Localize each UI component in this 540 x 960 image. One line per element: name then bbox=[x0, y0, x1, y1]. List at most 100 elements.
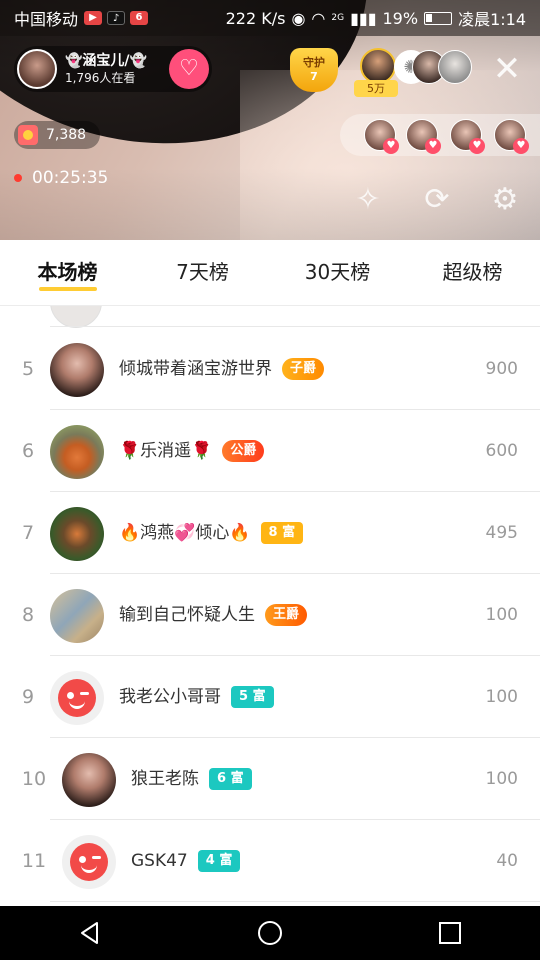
top-fan-tag: 5万 bbox=[354, 80, 398, 97]
list-item[interactable]: 9 我老公小哥哥 5 富 100 bbox=[0, 656, 540, 738]
user-name-line: 狼王老陈 6 富 bbox=[131, 738, 252, 820]
list-item[interactable]: 8 输到自己怀疑人生 王爵 100 bbox=[0, 574, 540, 656]
user-avatar[interactable] bbox=[62, 753, 116, 807]
tab-super[interactable]: 超级榜 bbox=[405, 240, 540, 305]
contribution-score: 100 bbox=[485, 605, 518, 625]
heart-plus-icon: ♡ bbox=[179, 56, 199, 81]
row-divider bbox=[50, 901, 540, 902]
rank-number: 7 bbox=[21, 522, 35, 544]
clock: 凌晨1:14 bbox=[458, 10, 526, 29]
video-app-icon: ▶ bbox=[84, 11, 103, 25]
default-avatar-icon bbox=[58, 679, 96, 717]
user-name-line: 🔥鸿燕💞倾心🔥 8 富 bbox=[119, 492, 304, 574]
contributor-avatar[interactable]: ♥ bbox=[494, 119, 529, 154]
tab-30-days[interactable]: 30天榜 bbox=[270, 240, 405, 305]
rank-badge: 子爵 bbox=[282, 358, 325, 380]
user-avatar[interactable] bbox=[50, 589, 104, 643]
host-info-pill[interactable]: 👻涵宝儿/👻 1,796人在看 ♡ bbox=[14, 46, 212, 92]
leaderboard-tabs: 本场榜 7天榜 30天榜 超级榜 bbox=[0, 240, 540, 306]
network-speed: 222 K/s bbox=[225, 8, 286, 28]
user-name: 倾城带着涵宝游世界 bbox=[119, 359, 272, 379]
tab-current-session[interactable]: 本场榜 bbox=[0, 240, 135, 305]
ranking-list[interactable]: 5 倾城带着涵宝游世界 子爵 900 6 🌹乐消遥🌹 公爵 600 7 🔥鸿燕💞… bbox=[0, 306, 540, 906]
system-nav-bar bbox=[0, 906, 540, 960]
coin-counter[interactable]: 7,388 bbox=[14, 121, 101, 149]
network-type: 2G bbox=[331, 13, 345, 23]
list-item[interactable]: 7 🔥鸿燕💞倾心🔥 8 富 495 bbox=[0, 492, 540, 574]
contributor-avatar[interactable]: ♥ bbox=[450, 119, 485, 154]
list-item[interactable]: 11 GSK47 4 富 40 bbox=[0, 820, 540, 902]
rank-badge: 6 富 bbox=[209, 768, 252, 790]
contribution-score: 100 bbox=[485, 687, 518, 707]
user-name: 狼王老陈 bbox=[131, 769, 199, 789]
guard-badge[interactable]: 守护 7 bbox=[290, 48, 338, 92]
viewer-count: 1,796人在看 bbox=[65, 71, 136, 85]
partial-avatar bbox=[50, 306, 102, 328]
contributor-avatar[interactable]: ♥ bbox=[406, 119, 441, 154]
host-name: 👻涵宝儿/👻 bbox=[65, 53, 147, 69]
rank-number: 5 bbox=[21, 358, 35, 380]
coin-value: 7,388 bbox=[46, 127, 87, 143]
battery-icon bbox=[424, 11, 453, 25]
gear-icon[interactable]: ⚙ bbox=[485, 180, 525, 220]
rank-badge: 8 富 bbox=[260, 522, 304, 544]
user-name-line: 倾城带着涵宝游世界 子爵 bbox=[119, 328, 325, 410]
user-avatar[interactable] bbox=[50, 425, 104, 479]
user-avatar[interactable] bbox=[50, 671, 104, 725]
user-name: 我老公小哥哥 bbox=[119, 687, 221, 707]
coin-icon bbox=[18, 125, 38, 145]
user-name-line: GSK47 4 富 bbox=[131, 820, 241, 902]
user-name-line: 输到自己怀疑人生 王爵 bbox=[119, 574, 308, 656]
tiktok-icon: ♪ bbox=[107, 11, 126, 25]
rank-number: 10 bbox=[21, 768, 47, 790]
battery-percent: 19% bbox=[382, 8, 419, 28]
carrier-name: 中国移动 bbox=[14, 10, 79, 29]
rank-number: 11 bbox=[21, 850, 47, 872]
guard-label: 守护 bbox=[303, 56, 325, 69]
close-icon[interactable]: ✕ bbox=[490, 52, 524, 86]
camera-switch-icon[interactable]: ⟳ bbox=[417, 180, 457, 220]
live-duration: 00:25:35 bbox=[32, 168, 109, 188]
tab-7-days[interactable]: 7天榜 bbox=[135, 240, 270, 305]
magic-wand-icon[interactable]: ✧ bbox=[348, 180, 388, 220]
home-circle-icon[interactable] bbox=[230, 906, 310, 960]
recents-square-icon[interactable] bbox=[410, 906, 490, 960]
rank-badge: 5 富 bbox=[231, 686, 274, 708]
contribution-score: 600 bbox=[485, 441, 518, 461]
live-video-view: 中国移动 ▶ ♪ 6 222 K/s ◉ ◠ 2G ▮▮▮ 19% 凌晨1:14… bbox=[0, 0, 540, 240]
list-item[interactable]: 5 倾城带着涵宝游世界 子爵 900 bbox=[0, 328, 540, 410]
rank-number: 6 bbox=[21, 440, 35, 462]
user-name-line: 我老公小哥哥 5 富 bbox=[119, 656, 274, 738]
contributor-avatar[interactable]: ♥ bbox=[364, 119, 399, 154]
rank-number: 9 bbox=[21, 686, 35, 708]
recording-dot bbox=[14, 174, 22, 182]
user-name: GSK47 bbox=[131, 851, 188, 871]
eye-icon: ◉ bbox=[291, 8, 306, 28]
gift-contributors-strip[interactable]: ♥ ♥ ♥ ♥ bbox=[340, 114, 540, 156]
row-divider bbox=[50, 326, 540, 327]
heart-icon: ♥ bbox=[425, 138, 441, 154]
back-triangle-icon[interactable] bbox=[50, 906, 130, 960]
list-item[interactable]: 6 🌹乐消遥🌹 公爵 600 bbox=[0, 410, 540, 492]
user-avatar[interactable] bbox=[50, 507, 104, 561]
contribution-score: 495 bbox=[485, 523, 518, 543]
viewer-avatar[interactable] bbox=[438, 50, 472, 84]
default-avatar-icon bbox=[70, 843, 108, 881]
host-avatar[interactable] bbox=[17, 49, 57, 89]
top-fan-avatar[interactable] bbox=[360, 48, 396, 84]
guard-count: 7 bbox=[310, 70, 318, 83]
heart-icon: ♥ bbox=[383, 138, 399, 154]
user-avatar[interactable] bbox=[62, 835, 116, 889]
rank-number: 8 bbox=[21, 604, 35, 626]
rank-badge: 公爵 bbox=[222, 440, 265, 462]
list-item[interactable]: 10 狼王老陈 6 富 100 bbox=[0, 738, 540, 820]
user-avatar[interactable] bbox=[50, 343, 104, 397]
follow-button[interactable]: ♡ bbox=[169, 49, 209, 89]
heart-icon: ♥ bbox=[513, 138, 529, 154]
status-bar: 中国移动 ▶ ♪ 6 222 K/s ◉ ◠ 2G ▮▮▮ 19% 凌晨1:14 bbox=[0, 0, 540, 36]
wifi-icon: ◠ bbox=[311, 8, 326, 28]
live-timer: 00:25:35 bbox=[14, 168, 108, 188]
user-name: 🌹乐消遥🌹 bbox=[119, 441, 213, 461]
contribution-score: 900 bbox=[485, 359, 518, 379]
contribution-score: 40 bbox=[496, 851, 518, 871]
